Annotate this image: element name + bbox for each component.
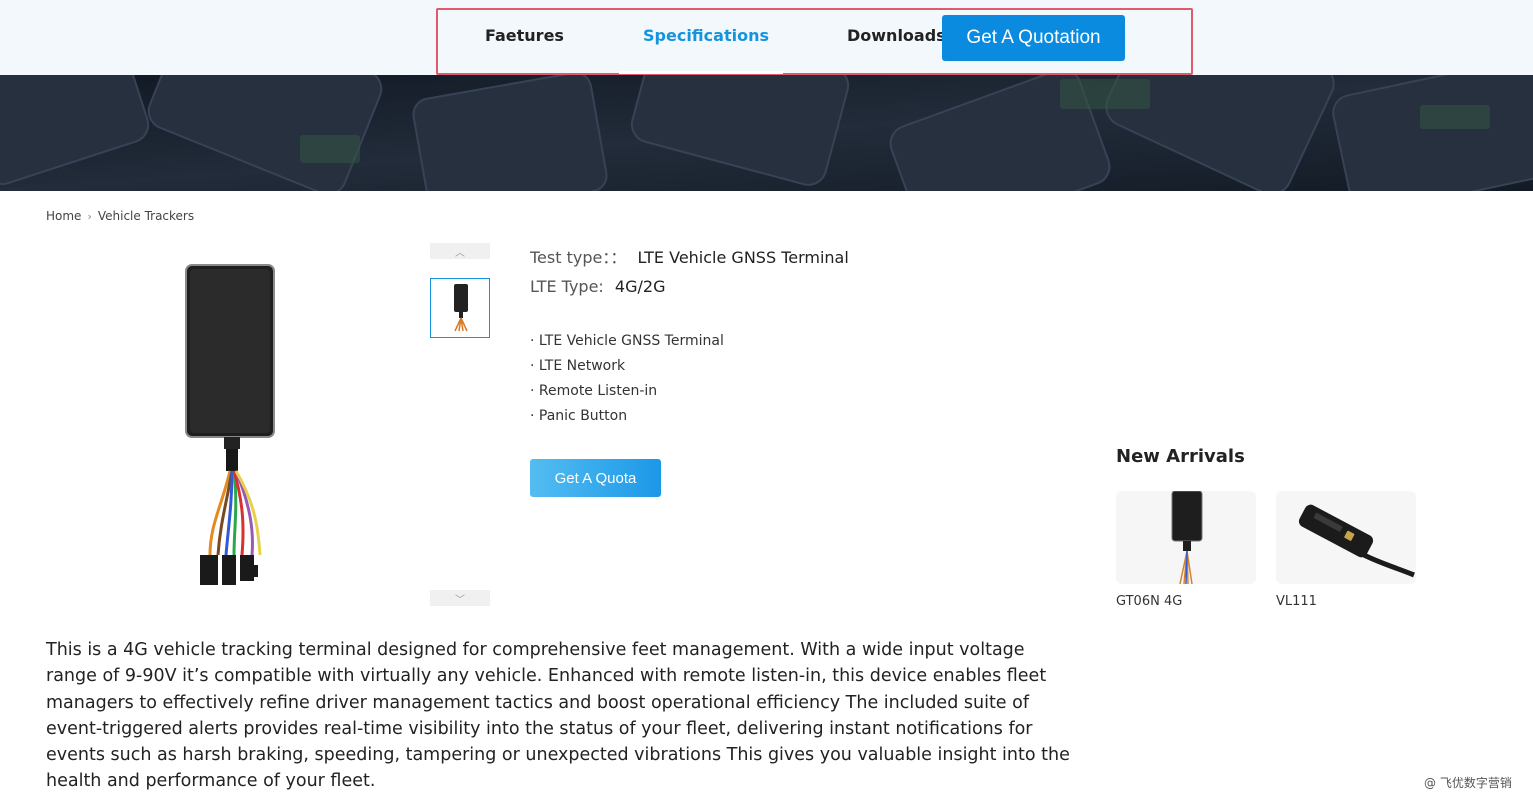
- thumbnail-scroll-down-button[interactable]: ﹀: [430, 590, 490, 606]
- spec-lte-type-value: 4G/2G: [614, 277, 666, 296]
- watermark-text: @ 飞优数字营销: [1424, 776, 1512, 790]
- product-main-image: [160, 255, 300, 595]
- feature-item: · Remote Listen-in: [530, 383, 658, 399]
- nav-tab-specifications[interactable]: Specifications: [643, 26, 769, 45]
- breadcrumb-home-link[interactable]: Home: [46, 209, 81, 223]
- top-navigation: Faetures Specifications Downloads Get A …: [0, 0, 1533, 75]
- chevron-right-icon: ›: [87, 209, 92, 223]
- get-quotation-button[interactable]: Get A Quotation: [942, 15, 1125, 61]
- arrival-name-gt06n[interactable]: GT06N 4G: [1116, 594, 1182, 609]
- spec-test-type-value: LTE Vehicle GNSS Terminal: [637, 248, 849, 267]
- breadcrumb-current-link[interactable]: Vehicle Trackers: [98, 209, 194, 223]
- nav-active-underline: [619, 71, 783, 74]
- feature-item: · LTE Vehicle GNSS Terminal: [530, 333, 724, 349]
- feature-list: · LTE Vehicle GNSS Terminal · LTE Networ…: [530, 331, 724, 431]
- arrival-card-gt06n[interactable]: [1116, 491, 1256, 584]
- spec-test-type-label: Test type：：: [530, 248, 627, 267]
- chevron-down-icon: ﹀: [455, 594, 465, 606]
- product-thumbnail[interactable]: [430, 278, 490, 338]
- hero-banner: [0, 75, 1533, 191]
- product-description: This is a 4G vehicle tracking terminal d…: [46, 640, 1070, 792]
- spec-test-type: Test type：： LTE Vehicle GNSS Terminal: [530, 244, 849, 268]
- breadcrumb: Home › Vehicle Trackers: [46, 209, 194, 223]
- arrival-name-vl111[interactable]: VL111: [1276, 594, 1317, 609]
- new-arrivals-heading: New Arrivals: [1116, 446, 1245, 467]
- nav-tab-features[interactable]: Faetures: [485, 26, 564, 45]
- chevron-up-icon: ︿: [455, 247, 465, 259]
- gt06n-product-image: [1171, 491, 1203, 584]
- get-quota-button[interactable]: Get A Quota: [530, 459, 661, 497]
- banner-background-image: [0, 75, 1533, 191]
- arrival-card-vl111[interactable]: [1276, 491, 1416, 584]
- feature-item: · Panic Button: [530, 408, 628, 424]
- vl111-product-image: [1298, 504, 1415, 578]
- spec-lte-type-label: LTE Type:: [530, 277, 604, 296]
- thumbnail-scroll-up-button[interactable]: ︿: [430, 243, 490, 259]
- spec-lte-type: LTE Type: 4G/2G: [530, 277, 665, 296]
- nav-tab-downloads[interactable]: Downloads: [847, 26, 946, 45]
- feature-item: · LTE Network: [530, 358, 626, 374]
- tracker-thumbnail-image: [454, 284, 468, 332]
- gps-tracker-image: [185, 264, 275, 585]
